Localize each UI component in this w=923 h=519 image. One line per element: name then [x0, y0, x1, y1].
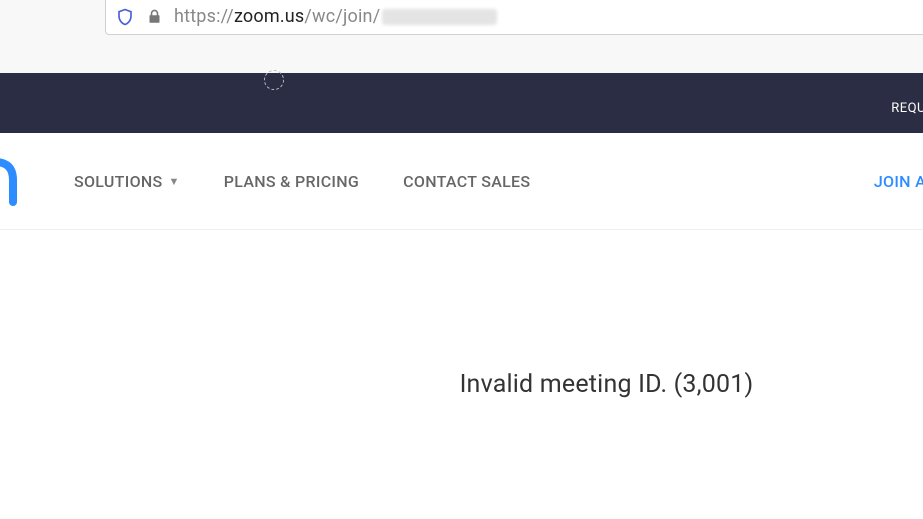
zoom-logo[interactable]: [0, 157, 25, 211]
nav-solutions[interactable]: SOLUTIONS ▼: [74, 172, 180, 191]
shield-icon: [116, 8, 134, 26]
page-content: Invalid meeting ID. (3,001): [0, 230, 923, 399]
nav-item-label: PLANS & PRICING: [224, 172, 359, 191]
error-message: Invalid meeting ID. (3,001): [290, 370, 923, 399]
nav-item-label: SOLUTIONS: [74, 172, 163, 191]
url-text: https://zoom.us/wc/join/: [174, 6, 497, 27]
nav-contact-sales[interactable]: CONTACT SALES: [403, 172, 530, 191]
top-banner-link[interactable]: REQU: [891, 101, 923, 116]
selection-indicator: [264, 70, 284, 90]
top-banner: REQU: [0, 73, 923, 133]
nav-plans-pricing[interactable]: PLANS & PRICING: [224, 172, 359, 191]
nav-items: SOLUTIONS ▼ PLANS & PRICING CONTACT SALE…: [74, 172, 530, 191]
nav-bar: SOLUTIONS ▼ PLANS & PRICING CONTACT SALE…: [0, 133, 923, 230]
lock-icon: [146, 9, 162, 25]
url-bar[interactable]: https://zoom.us/wc/join/: [105, 0, 923, 35]
nav-item-label: CONTACT SALES: [403, 172, 530, 191]
nav-join-meeting[interactable]: JOIN A: [874, 172, 923, 191]
browser-chrome: https://zoom.us/wc/join/: [0, 0, 923, 73]
url-obscured-segment: [382, 9, 497, 25]
chevron-down-icon: ▼: [169, 175, 180, 188]
